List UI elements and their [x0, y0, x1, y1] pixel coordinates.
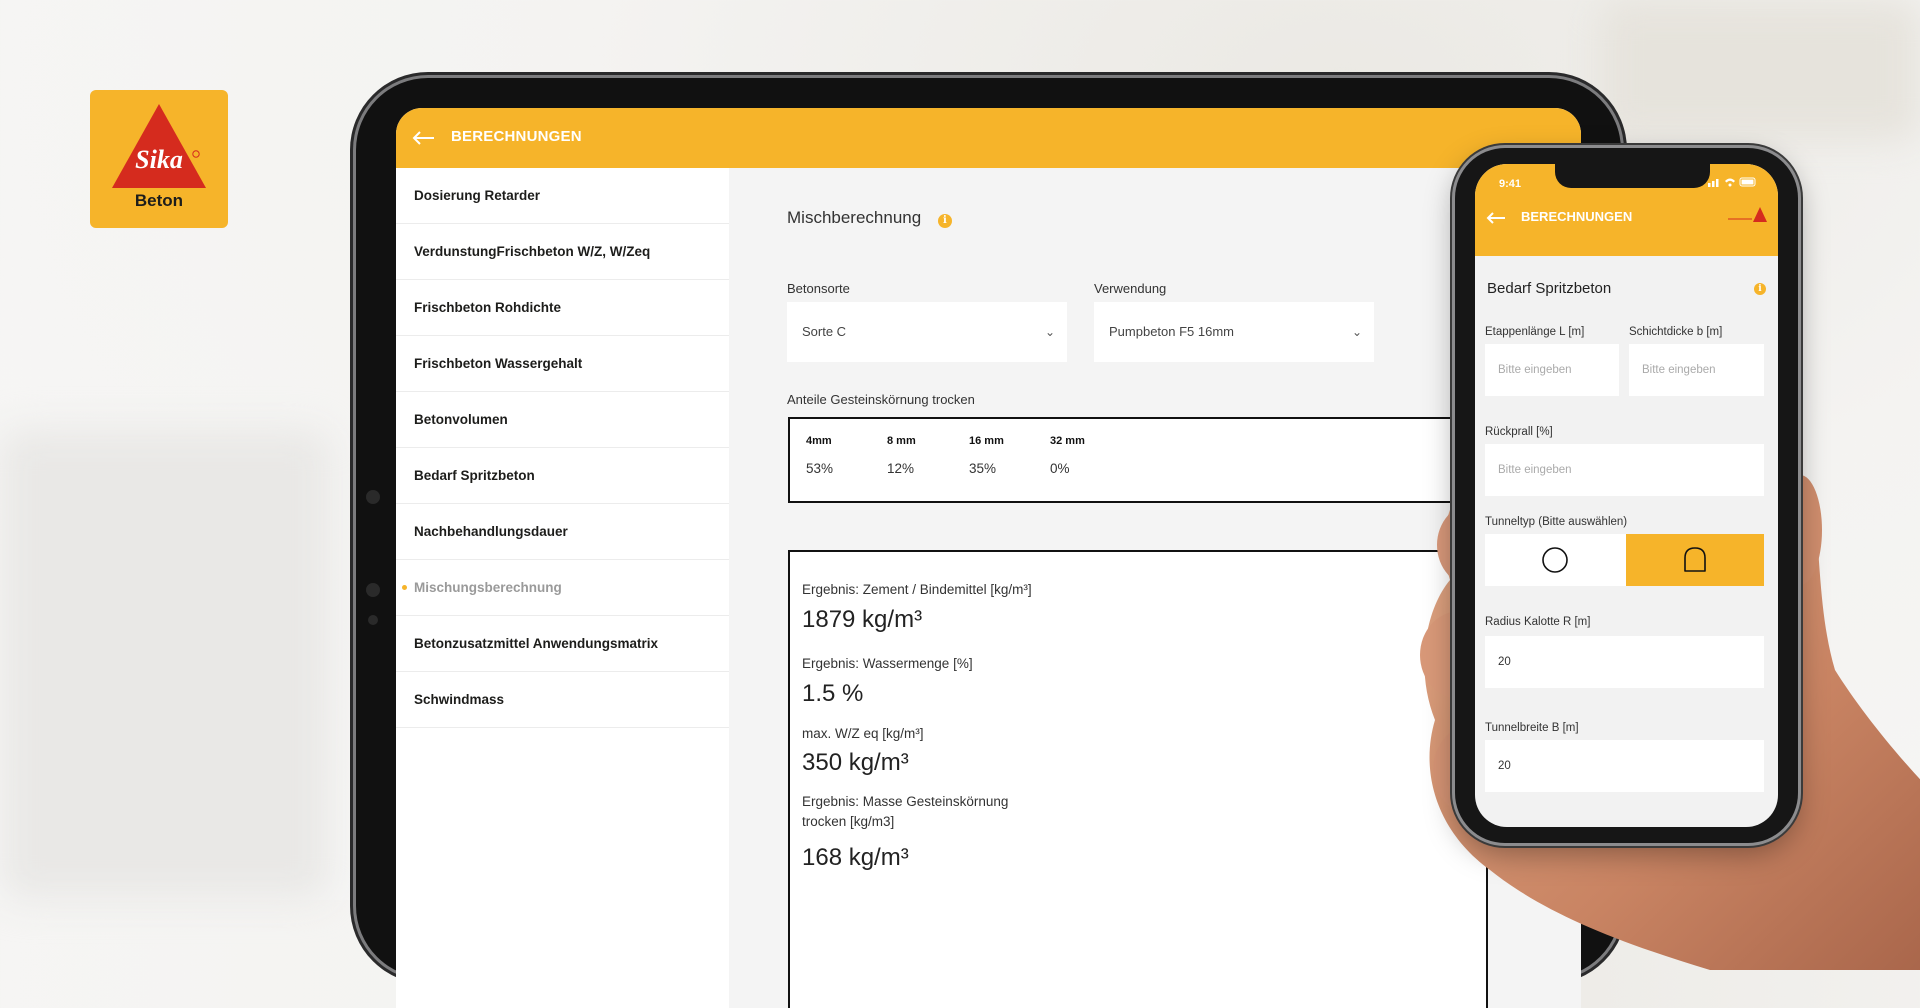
chevron-down-icon: ⌄	[1044, 325, 1055, 339]
grain-header: 32 mm	[1050, 435, 1085, 447]
rounded-tunnel-icon	[1684, 547, 1706, 572]
rueckprall-placeholder: Bitte eingeben	[1498, 464, 1572, 476]
masse-label: Ergebnis: Masse Gesteinskörnung	[802, 794, 1009, 809]
radius-value: 20	[1498, 656, 1511, 668]
grain-value: 35%	[969, 461, 997, 476]
info-icon[interactable]: i	[1754, 283, 1766, 295]
grain-column: 4mm 53%	[806, 435, 833, 476]
circle-tunnel-icon	[1542, 547, 1568, 573]
wasser-label: Ergebnis: Wassermenge [%]	[802, 656, 973, 671]
grain-column: 8 mm 12%	[887, 435, 916, 476]
tunnel-option-rounded[interactable]	[1626, 534, 1764, 586]
tunneltyp-label: Tunneltyp (Bitte auswählen)	[1485, 516, 1628, 528]
header-title: BERECHNUNGEN	[451, 128, 582, 145]
rueckprall-input[interactable]: Bitte eingeben	[1485, 444, 1764, 496]
chevron-down-icon: ⌄	[1351, 325, 1362, 339]
phone-notch	[1555, 164, 1710, 188]
sika-logo-icon	[1728, 207, 1767, 222]
page-title: Mischberechnung i	[787, 208, 952, 228]
app-header: BERECHNUNGEN	[396, 108, 1581, 168]
wasser-value: 1.5 %	[802, 680, 864, 707]
verwendung-label: Verwendung	[1094, 281, 1167, 296]
sidebar-item-schwindmass[interactable]: Schwindmass	[396, 672, 729, 728]
info-icon[interactable]: i	[937, 214, 952, 228]
calculation-sidebar: Dosierung Retarder VerdunstungFrischbeto…	[396, 168, 729, 1008]
tunnel-option-circular[interactable]	[1485, 534, 1626, 586]
sidebar-item-verdunstung[interactable]: VerdunstungFrischbeton W/Z, W/Zeq	[396, 224, 729, 280]
grain-column: 16 mm 35%	[969, 435, 1004, 476]
page-title-text: Mischberechnung	[787, 208, 922, 227]
grain-value: 12%	[887, 461, 915, 476]
wz-value: 350 kg/m³	[802, 749, 909, 776]
rueckprall-label: Rückprall [%]	[1485, 426, 1553, 438]
tablet-sensor	[366, 583, 380, 597]
masse-label: trocken [kg/m3]	[802, 814, 895, 829]
masse-value: 168 kg/m³	[802, 844, 909, 871]
sika-beton-logo: Sika Beton	[90, 90, 228, 228]
verwendung-value: Pumpbeton F5 16mm	[1109, 324, 1235, 339]
arrow-left-icon[interactable]	[410, 124, 438, 152]
zement-value: 1879 kg/m³	[802, 606, 923, 633]
sidebar-item-bedarf-spritzbeton[interactable]: Bedarf Spritzbeton	[396, 448, 729, 504]
phone-section-title: Bedarf Spritzbeton	[1487, 280, 1612, 297]
wz-label: max. W/Z eq [kg/m³]	[802, 726, 924, 741]
grain-header: 4mm	[806, 435, 832, 447]
grain-value: 0%	[1050, 461, 1070, 476]
sidebar-item-nachbehandlungsdauer[interactable]: Nachbehandlungsdauer	[396, 504, 729, 560]
phone-device: 9:41 BERECHNUNGEN Bedarf Spritzbeton i E…	[1455, 148, 1798, 843]
verwendung-select[interactable]: Pumpbeton F5 16mm ⌄	[1094, 302, 1374, 362]
betonsorte-select[interactable]: Sorte C ⌄	[787, 302, 1067, 362]
radius-label: Radius Kalotte R [m]	[1485, 616, 1591, 628]
sidebar-item-dosierung-retarder[interactable]: Dosierung Retarder	[396, 168, 729, 224]
logo-text: Beton	[134, 191, 184, 210]
phone-screen: 9:41 BERECHNUNGEN Bedarf Spritzbeton i E…	[1475, 164, 1778, 827]
tablet-sensor	[368, 615, 378, 625]
background-blur	[1600, 0, 1920, 140]
grain-column: 32 mm 0%	[1050, 435, 1085, 476]
tunnelbreite-input[interactable]: 20	[1485, 740, 1764, 792]
etappenlaenge-label: Etappenlänge L [m]	[1485, 326, 1585, 338]
tunnelbreite-value: 20	[1498, 760, 1511, 772]
etappenlaenge-input[interactable]: Bitte eingeben	[1485, 344, 1619, 396]
sika-triangle-icon: Sika	[112, 104, 206, 188]
status-time: 9:41	[1499, 178, 1522, 190]
arrow-left-icon[interactable]	[1485, 207, 1507, 229]
sidebar-item-wassergehalt[interactable]: Frischbeton Wassergehalt	[396, 336, 729, 392]
background-blur	[0, 430, 330, 900]
sidebar-item-mischungsberechnung[interactable]: Mischungsberechnung	[396, 560, 729, 616]
sidebar-item-rohdichte[interactable]: Frischbeton Rohdichte	[396, 280, 729, 336]
grain-value: 53%	[806, 461, 834, 476]
schichtdicke-label: Schichtdicke b [m]	[1629, 326, 1723, 338]
sidebar-item-betonvolumen[interactable]: Betonvolumen	[396, 392, 729, 448]
status-icons	[1708, 177, 1756, 187]
grain-header: 8 mm	[887, 435, 916, 447]
phone-header-title: BERECHNUNGEN	[1521, 209, 1633, 224]
betonsorte-value: Sorte C	[802, 324, 847, 339]
grain-header: 16 mm	[969, 435, 1004, 447]
etappenlaenge-placeholder: Bitte eingeben	[1498, 364, 1572, 376]
tablet-camera	[366, 490, 380, 504]
betonsorte-label: Betonsorte	[787, 281, 850, 296]
schichtdicke-input[interactable]: Bitte eingeben	[1629, 344, 1764, 396]
radius-input[interactable]: 20	[1485, 636, 1764, 688]
tunnelbreite-label: Tunnelbreite B [m]	[1485, 722, 1579, 734]
schichtdicke-placeholder: Bitte eingeben	[1642, 364, 1716, 376]
svg-text:Sika: Sika	[135, 145, 183, 174]
grain-label: Anteile Gesteinskörnung trocken	[787, 392, 975, 407]
sidebar-item-anwendungsmatrix[interactable]: Betonzusatzmittel Anwendungsmatrix	[396, 616, 729, 672]
zement-label: Ergebnis: Zement / Bindemittel [kg/m³]	[802, 582, 1032, 597]
